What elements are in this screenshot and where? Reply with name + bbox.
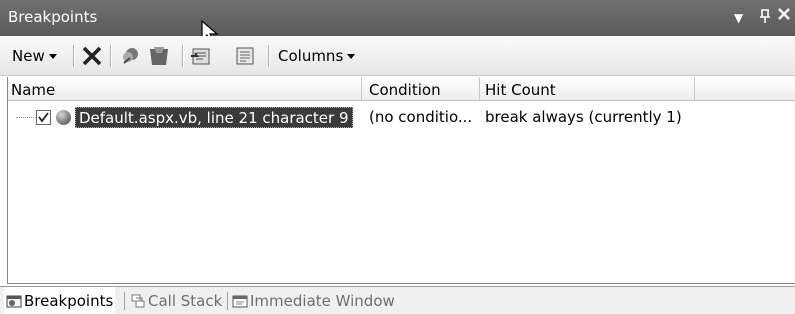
new-button-label: New [12,47,45,65]
tab-label: Breakpoints [24,291,114,310]
column-header-condition[interactable]: Condition [369,81,441,99]
toolbar: New Columns [0,36,795,76]
breakpoint-hit-count: break always (currently 1) [485,108,682,126]
new-button[interactable]: New [12,44,57,68]
toolbar-separator [110,45,111,67]
table-row[interactable]: Default.aspx.vb, line 21 character 9 (no… [8,107,795,129]
breakpoints-window-icon [6,295,22,307]
call-stack-icon [131,294,145,307]
column-header-name[interactable]: Name [11,81,55,99]
disable-all-icon[interactable] [148,45,170,67]
grid-header: Name Condition Hit Count [8,77,795,101]
chevron-down-icon [48,53,57,59]
checkmark-icon [38,112,49,123]
breakpoint-location[interactable]: Default.aspx.vb, line 21 character 9 [75,107,353,128]
column-divider[interactable] [361,77,362,101]
breakpoint-enabled-checkbox[interactable] [36,110,51,125]
tab-separator [124,292,125,310]
auto-hide-pin-icon[interactable] [758,8,772,28]
immediate-window-icon [232,295,248,307]
toolbar-separator [73,45,74,67]
breakpoint-glyph-icon [56,110,71,125]
tool-window-tabs: Breakpoints Call Stack Immediate Window [0,286,795,314]
columns-button[interactable]: Columns [278,44,356,68]
tab-label: Call Stack [148,291,223,310]
column-divider[interactable] [479,77,480,101]
tab-label: Immediate Window [250,291,395,310]
delete-icon[interactable] [81,45,103,67]
toolbar-separator [182,45,183,67]
window-title: Breakpoints [8,8,98,26]
delete-all-icon[interactable] [120,45,142,67]
go-to-source-icon[interactable] [190,45,212,67]
tree-line [16,117,36,118]
tab-breakpoints[interactable]: Breakpoints [4,287,116,314]
close-icon[interactable] [777,5,791,26]
window-position-dropdown-icon[interactable]: ▼ [734,11,743,25]
toolbar-separator [268,45,269,67]
breakpoint-condition: (no conditio... [369,108,473,126]
title-bar[interactable]: Breakpoints ▼ [0,0,795,36]
tab-call-stack[interactable]: Call Stack [130,287,222,314]
breakpoints-grid[interactable]: Name Condition Hit Count Default.aspx.vb… [7,77,795,284]
go-to-disassembly-icon[interactable] [234,45,256,67]
column-divider[interactable] [694,77,695,101]
column-header-hit-count[interactable]: Hit Count [485,81,556,99]
tab-immediate-window[interactable]: Immediate Window [232,287,395,314]
columns-button-label: Columns [278,47,344,65]
tab-separator [227,292,228,310]
chevron-down-icon [347,53,356,59]
